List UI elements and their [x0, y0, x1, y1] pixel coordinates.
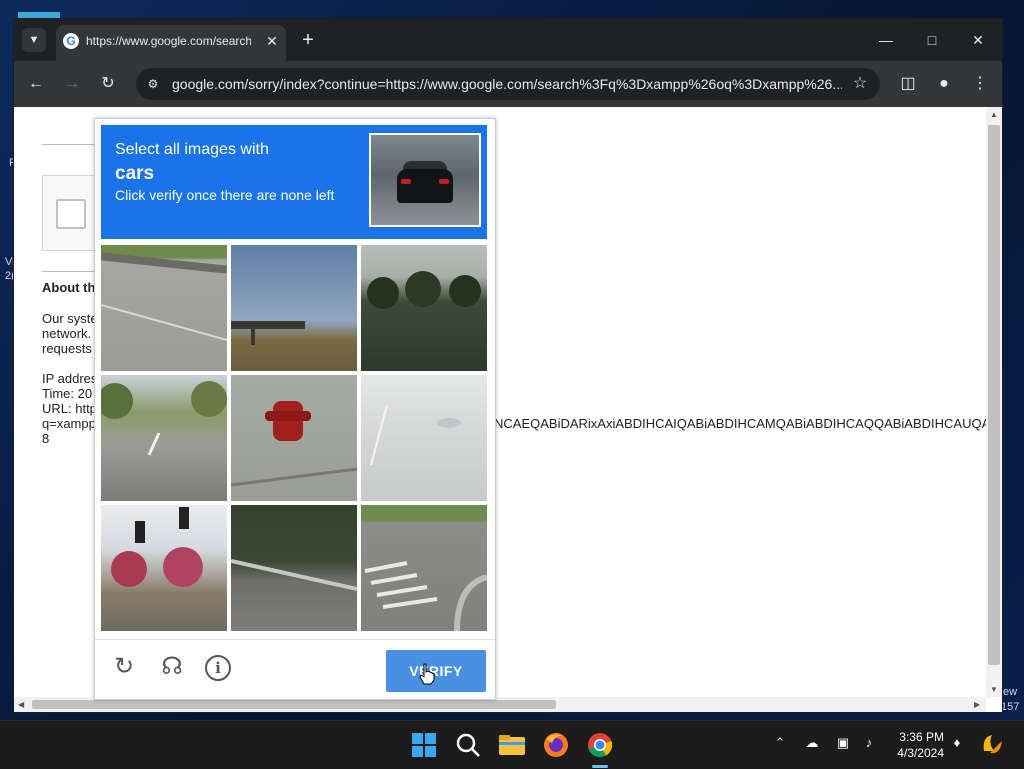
volume-muted-icon[interactable]: ♪ — [859, 735, 879, 750]
divider — [42, 271, 102, 272]
car-body — [397, 169, 453, 203]
captcha-instruction: Select all images with — [115, 141, 269, 158]
query-text: q=xampp — [42, 416, 96, 431]
page-text: requests — [42, 341, 92, 356]
reload-challenge-icon[interactable]: ↻ — [109, 652, 139, 682]
title-bar: ▼ G https://www.google.com/search?q=xamp… — [14, 19, 1002, 61]
taskbar: ⌃ ☁ ▣ ♪ 3:36 PM 4/3/2024 ♦ — [0, 720, 1024, 769]
forward-button[interactable]: → — [60, 72, 84, 96]
guardrail-grass-graphic — [231, 559, 357, 591]
captcha-image-grid — [101, 245, 489, 633]
page-text: 8 — [42, 431, 50, 446]
guardrail-graphic — [101, 252, 227, 341]
clock-time: 3:36 PM — [899, 730, 944, 744]
url-text[interactable]: google.com/sorry/index?continue=https://… — [172, 76, 842, 92]
cloud-offline-icon[interactable]: ☁ — [802, 735, 822, 751]
scroll-down-icon[interactable]: ▼ — [990, 685, 998, 694]
clock-date: 4/3/2024 — [897, 746, 944, 760]
horizontal-scroll-thumb[interactable] — [32, 700, 556, 709]
audio-challenge-headphones-icon[interactable]: ☊ — [157, 652, 187, 682]
maximize-button[interactable]: □ — [910, 27, 954, 53]
captcha-challenge: Select all images with cars Click verify… — [94, 118, 496, 700]
browser-toolbar: ← → ↻ ⚙ google.com/sorry/index?continue=… — [14, 61, 1002, 107]
recaptcha-checkbox[interactable] — [56, 199, 86, 229]
scroll-up-icon[interactable]: ▲ — [990, 110, 998, 119]
minimize-button[interactable]: — — [864, 27, 908, 53]
vertical-scrollbar[interactable]: ▲ ▼ — [986, 107, 1002, 697]
site-info-icon[interactable]: ⚙ — [144, 75, 162, 93]
car-taillight — [401, 179, 411, 184]
tab-title: https://www.google.com/search?q=xampp — [86, 34, 251, 48]
system-clock[interactable]: 3:36 PM 4/3/2024 — [884, 729, 944, 761]
search-icon[interactable] — [452, 729, 484, 761]
scroll-right-icon[interactable]: ▶ — [974, 700, 980, 709]
overpass-graphic — [231, 321, 305, 345]
captcha-tile-faded-road[interactable] — [361, 375, 487, 501]
captcha-tile-palm-trees[interactable] — [361, 245, 487, 371]
profile-icon[interactable]: ● — [932, 72, 956, 96]
desktop-accent — [18, 12, 60, 18]
page-text: Our syste — [42, 311, 98, 326]
captcha-tile-street-trees[interactable] — [101, 375, 227, 501]
captcha-header: Select all images with cars Click verify… — [101, 125, 487, 239]
firefox-icon[interactable] — [540, 729, 572, 761]
tab-active[interactable]: G https://www.google.com/search?q=xampp … — [56, 25, 286, 61]
captcha-sample-image — [369, 133, 481, 227]
divider — [42, 144, 102, 145]
captcha-tile-traffic-light-trees[interactable] — [101, 505, 227, 631]
captcha-tile-guardrail-grass[interactable] — [231, 505, 357, 631]
captcha-footer: ↻ ☊ i VERIFY — [95, 639, 495, 700]
page-text: network. — [42, 326, 92, 341]
bookmark-star-icon[interactable]: ☆ — [850, 74, 870, 94]
url-label-text: URL: http — [42, 401, 97, 416]
vertical-scroll-thumb[interactable] — [988, 125, 1000, 665]
close-window-button[interactable]: ✕ — [956, 27, 1000, 53]
captcha-tile-fire-hydrant[interactable] — [231, 375, 357, 501]
faded-road-graphic — [370, 404, 461, 466]
captcha-tile-overpass-field[interactable] — [231, 245, 357, 371]
back-button[interactable]: ← — [24, 72, 48, 96]
car-taillight — [439, 179, 449, 184]
captcha-tile-guardrail-road[interactable] — [101, 245, 227, 371]
info-icon[interactable]: i — [205, 655, 231, 681]
desktop-text: ew — [1003, 686, 1018, 698]
captcha-target: cars — [115, 163, 155, 184]
file-explorer-icon[interactable] — [496, 729, 528, 761]
ip-address-text: IP addres — [42, 371, 98, 386]
chrome-icon[interactable] — [584, 729, 616, 761]
street-graphic — [101, 381, 227, 456]
side-panel-icon[interactable]: ◫ — [896, 72, 920, 96]
time-text: Time: 20 — [42, 386, 93, 401]
captcha-tile-crosswalk[interactable] — [361, 505, 487, 631]
notifications-bell-icon[interactable]: ♦ — [947, 735, 967, 750]
verify-button[interactable]: VERIFY — [386, 650, 486, 692]
tab-search-button[interactable]: ▼ — [22, 28, 46, 52]
hand-cursor-icon — [419, 663, 435, 685]
address-bar[interactable]: ⚙ google.com/sorry/index?continue=https:… — [136, 68, 880, 100]
captcha-subinstruction: Click verify once there are none left — [115, 187, 335, 203]
long-url-text: NCAEQABiDARixAxiABDIHCAIQABiABDIHCAMQABi… — [494, 416, 986, 431]
about-heading: About th — [42, 280, 96, 295]
windows-start-icon[interactable] — [408, 729, 440, 761]
menu-kebab-icon[interactable]: ⋮ — [968, 72, 992, 96]
desktop-text: 157 — [1001, 701, 1020, 713]
reload-button[interactable]: ↻ — [96, 72, 120, 96]
tab-close-icon[interactable]: ✕ — [262, 31, 282, 51]
palm-trees-graphic — [367, 271, 481, 309]
google-favicon-icon: G — [63, 33, 79, 49]
show-hidden-icons-chevron-icon[interactable]: ⌃ — [770, 735, 790, 751]
new-tab-button[interactable]: + — [296, 29, 320, 53]
traffic-light-graphic — [111, 507, 203, 587]
scroll-left-icon[interactable]: ◀ — [18, 700, 24, 709]
crosswalk-graphic — [364, 561, 487, 631]
fire-hydrant-graphic — [231, 401, 357, 487]
copilot-icon[interactable] — [978, 731, 1006, 759]
network-icon[interactable]: ▣ — [833, 735, 853, 751]
